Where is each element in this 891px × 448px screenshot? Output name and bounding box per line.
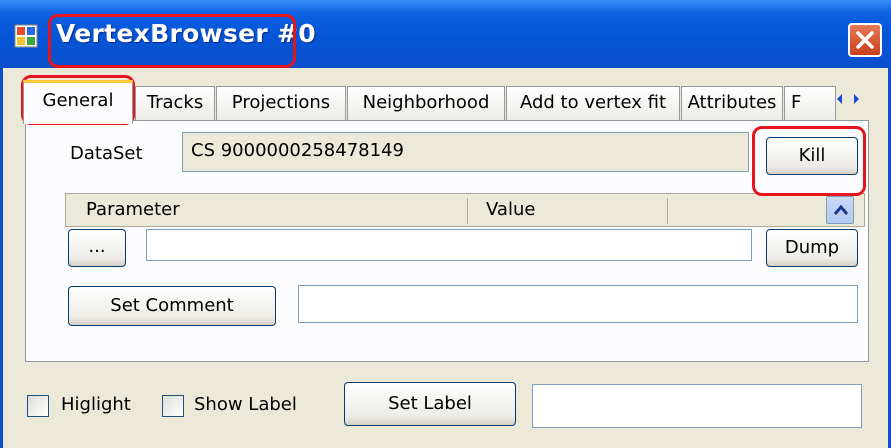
set-label-button-label: Set Label xyxy=(388,393,472,414)
chevron-right-icon xyxy=(854,94,859,104)
tab-label: Neighborhood xyxy=(362,92,490,113)
grid-header-parameter[interactable]: Parameter xyxy=(86,194,180,226)
parameter-grid-header: Parameter Value xyxy=(65,193,865,227)
tab-add-to-vertex-fit[interactable]: Add to vertex fit xyxy=(506,86,680,121)
tab-label: Tracks xyxy=(146,92,204,113)
show-label-checkbox[interactable] xyxy=(162,395,184,417)
set-comment-button-label: Set Comment xyxy=(110,295,234,316)
dump-button[interactable]: Dump xyxy=(766,229,858,267)
ellipsis-button[interactable]: ... xyxy=(68,229,126,267)
chevron-up-icon xyxy=(833,204,849,215)
tab-general[interactable]: General xyxy=(23,80,133,124)
comment-input[interactable] xyxy=(298,285,858,323)
set-comment-button[interactable]: Set Comment xyxy=(68,286,276,326)
tab-tracks[interactable]: Tracks xyxy=(135,86,215,121)
annotation-kill-highlight xyxy=(752,126,866,196)
set-label-button[interactable]: Set Label xyxy=(344,382,516,426)
close-icon xyxy=(856,31,874,49)
annotation-title-highlight xyxy=(48,14,296,68)
grid-column-divider[interactable] xyxy=(467,198,468,224)
close-button[interactable] xyxy=(848,23,882,57)
dump-input[interactable] xyxy=(146,229,752,261)
tab-label: Projections xyxy=(231,92,331,113)
tab-label: F xyxy=(791,92,802,113)
tab-scroll-buttons[interactable] xyxy=(828,86,868,112)
dataset-value: CS 9000000258478149 xyxy=(191,140,404,161)
tab-neighborhood[interactable]: Neighborhood xyxy=(347,86,505,121)
show-label-label[interactable]: Show Label xyxy=(194,394,297,415)
dataset-field[interactable]: CS 9000000258478149 xyxy=(182,132,749,172)
chevron-left-icon xyxy=(837,94,842,104)
tab-projections[interactable]: Projections xyxy=(216,86,346,121)
dump-button-label: Dump xyxy=(784,237,840,258)
label-input[interactable] xyxy=(532,384,862,428)
tab-label: Attributes xyxy=(687,92,777,113)
app-icon xyxy=(14,24,38,48)
tab-attributes[interactable]: Attributes xyxy=(681,86,783,121)
tab-label: Add to vertex fit xyxy=(519,92,667,113)
dataset-label: DataSet xyxy=(70,143,143,164)
grid-scroll-up-button[interactable] xyxy=(826,196,854,224)
grid-header-value[interactable]: Value xyxy=(486,194,535,226)
highlight-checkbox[interactable] xyxy=(27,395,49,417)
ellipsis-button-label: ... xyxy=(88,236,106,257)
grid-column-divider[interactable] xyxy=(667,198,668,224)
tab-label: General xyxy=(42,90,114,111)
highlight-label[interactable]: Higlight xyxy=(61,394,131,415)
